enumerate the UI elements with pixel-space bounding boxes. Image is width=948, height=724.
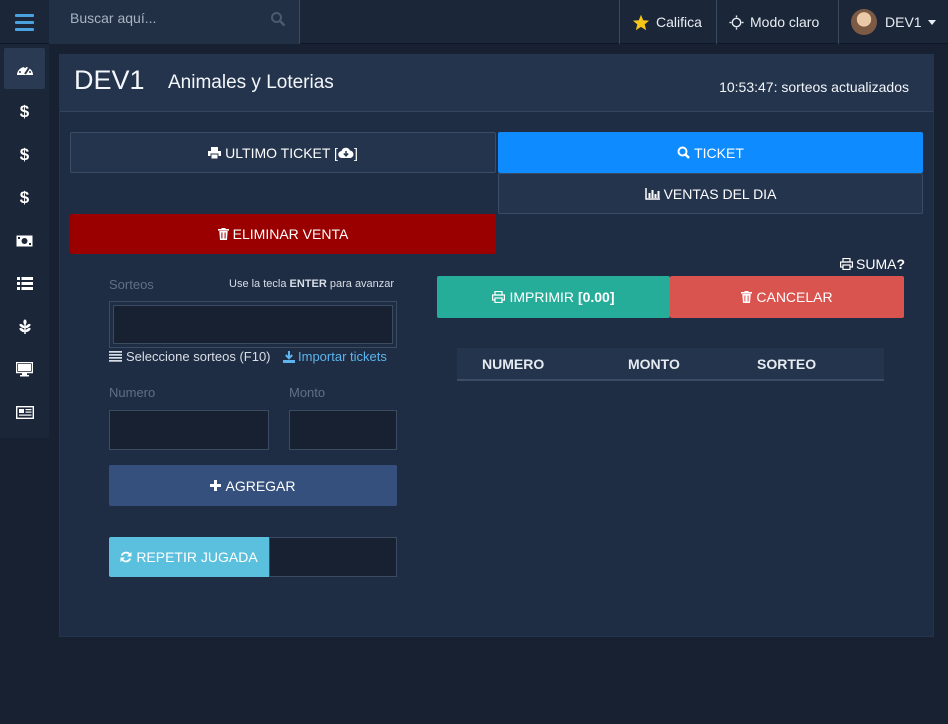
monto-container xyxy=(289,410,397,450)
download-icon xyxy=(283,350,295,363)
monto-input[interactable] xyxy=(290,411,396,449)
list-icon xyxy=(16,277,33,290)
sun-icon xyxy=(729,14,744,30)
search-icon[interactable] xyxy=(270,11,286,27)
ultimo-ticket-label-end: ] xyxy=(353,144,358,161)
menu-toggle-button[interactable] xyxy=(0,0,49,44)
numero-container xyxy=(109,410,269,450)
hint-prefix: Use la tecla xyxy=(229,278,290,290)
sidebar-item-dollar-1[interactable]: $ xyxy=(0,90,49,133)
agregar-button[interactable]: AGREGAR xyxy=(109,465,397,506)
sorteos-label: Sorteos xyxy=(109,277,154,292)
print-icon xyxy=(208,146,222,159)
trash-icon xyxy=(217,228,229,240)
user-menu[interactable]: DEV1 xyxy=(838,0,948,44)
ventas-del-dia-button[interactable]: VENTAS DEL DIA xyxy=(498,173,923,214)
avatar xyxy=(851,9,877,35)
dollar-icon: $ xyxy=(19,144,30,164)
enter-hint: Use la tecla ENTER para avanzar xyxy=(229,278,394,290)
page-subtitle: Animales y Loterias xyxy=(168,72,334,93)
search-input[interactable] xyxy=(49,0,300,36)
monto-label: Monto xyxy=(289,385,326,400)
print-icon xyxy=(492,291,506,303)
column-monto: MONTO xyxy=(628,356,680,372)
ventas-label: VENTAS DEL DIA xyxy=(663,185,777,202)
sorteos-container xyxy=(109,301,397,348)
ticket-table-header: NUMERO MONTO SORTEO xyxy=(457,348,884,381)
theme-label: Modo claro xyxy=(750,14,820,30)
hamburger-icon xyxy=(15,12,34,33)
top-bar: Califica Modo claro DEV1 xyxy=(0,0,948,44)
califica-label: Califica xyxy=(656,14,702,30)
leaf-icon xyxy=(18,319,31,334)
newspaper-icon xyxy=(15,406,34,419)
imprimir-total: [0.00] xyxy=(577,289,615,305)
agregar-label: AGREGAR xyxy=(225,477,296,494)
imprimir-label: IMPRIMIR xyxy=(509,289,578,305)
importar-tickets-link[interactable]: Importar tickets xyxy=(283,349,387,364)
page-title: DEV1 xyxy=(74,65,145,95)
list-icon xyxy=(109,351,122,362)
ticket-button[interactable]: TICKET xyxy=(498,132,923,173)
suma-label: SUMA xyxy=(856,256,897,272)
sidebar-item-leaf[interactable] xyxy=(0,305,49,348)
cancelar-button[interactable]: CANCELAR xyxy=(670,276,904,318)
repetir-jugada-button[interactable]: REPETIR JUGADA xyxy=(109,537,269,577)
sidebar-item-monitor[interactable] xyxy=(0,348,49,391)
bar-chart-icon xyxy=(644,187,660,200)
suma-button[interactable]: SUMA? xyxy=(840,256,905,272)
star-icon xyxy=(632,14,650,30)
sidebar-item-dollar-3[interactable]: $ xyxy=(0,176,49,219)
cloud-download-icon xyxy=(338,147,354,158)
dollar-icon: $ xyxy=(19,187,30,207)
dashboard-icon xyxy=(16,65,33,75)
sidebar-item-list[interactable] xyxy=(0,262,49,305)
numero-label: Numero xyxy=(109,385,156,400)
seleccione-label: Seleccione sorteos (F10) xyxy=(126,349,271,364)
refresh-icon xyxy=(120,551,132,563)
column-numero: NUMERO xyxy=(482,356,545,372)
search-icon xyxy=(677,146,690,159)
eliminar-label: ELIMINAR VENTA xyxy=(232,226,349,242)
imprimir-button[interactable]: IMPRIMIR [0.00] xyxy=(437,276,670,318)
seleccione-sorteos[interactable]: Seleccione sorteos (F10) xyxy=(109,349,271,364)
suma-question: ? xyxy=(896,256,906,272)
numero-input[interactable] xyxy=(110,411,268,449)
sorteos-input[interactable] xyxy=(113,305,393,344)
ticket-label: TICKET xyxy=(694,144,744,161)
dollar-icon: $ xyxy=(19,101,30,121)
ultimo-ticket-label: ULTIMO TICKET [ xyxy=(225,144,338,161)
hint-suffix: para avanzar xyxy=(326,278,395,290)
theme-toggle-button[interactable]: Modo claro xyxy=(716,0,838,44)
repetir-container xyxy=(269,537,397,577)
print-icon xyxy=(840,258,853,270)
importar-label: Importar tickets xyxy=(298,349,387,364)
repetir-label: REPETIR JUGADA xyxy=(136,549,258,565)
ultimo-ticket-button[interactable]: ULTIMO TICKET [ ] xyxy=(70,132,496,173)
monitor-icon xyxy=(16,362,33,377)
eliminar-venta-button[interactable]: ELIMINAR VENTA xyxy=(70,214,496,254)
sidebar-item-dashboard[interactable] xyxy=(4,48,45,89)
trash-icon xyxy=(741,291,753,303)
repetir-input[interactable] xyxy=(270,538,396,576)
sidebar-item-dollar-2[interactable]: $ xyxy=(0,133,49,176)
panel-header: DEV1 Animales y Loterias 10:53:47: sorte… xyxy=(60,55,933,112)
sidebar-item-news[interactable] xyxy=(0,391,49,434)
plus-icon xyxy=(210,480,222,491)
column-sorteo: SORTEO xyxy=(757,356,817,372)
sidebar: $ $ $ xyxy=(0,44,49,438)
status-text: 10:53:47: sorteos actualizados xyxy=(719,79,909,95)
search-box xyxy=(49,0,300,44)
cancelar-label: CANCELAR xyxy=(756,289,833,305)
califica-button[interactable]: Califica xyxy=(619,0,716,44)
user-name: DEV1 xyxy=(885,14,922,30)
money-icon xyxy=(16,235,33,246)
hint-key: ENTER xyxy=(289,278,327,290)
chevron-down-icon xyxy=(927,19,936,25)
sidebar-item-money[interactable] xyxy=(0,219,49,262)
